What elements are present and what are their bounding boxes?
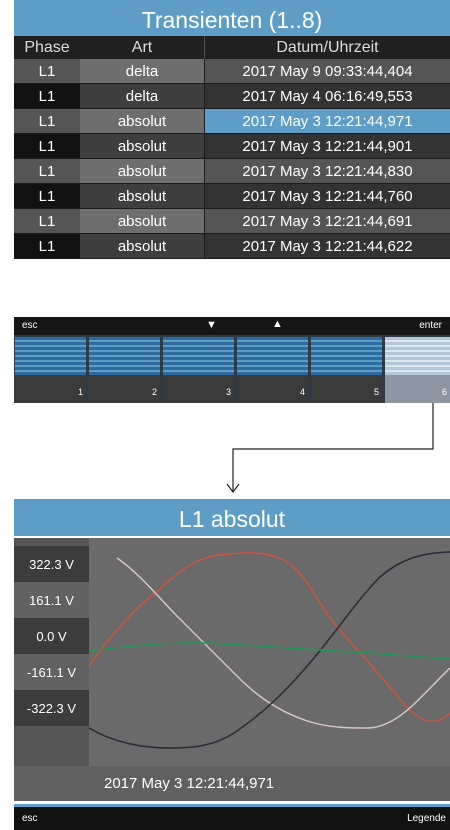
transient-table: Phase Art Datum/Uhrzeit L1 delta 2017 Ma… — [14, 36, 450, 259]
cell-art: absolut — [80, 209, 205, 233]
cell-phase: L1 — [14, 234, 80, 258]
cell-datetime: 2017 May 9 09:33:44,404 — [205, 59, 450, 83]
table-row-selected[interactable]: L1 absolut 2017 May 3 12:21:44,971 — [14, 109, 450, 134]
cell-datetime: 2017 May 3 12:21:44,830 — [205, 159, 450, 183]
cell-datetime: 2017 May 3 12:21:44,622 — [205, 234, 450, 258]
key-number: 2 — [151, 387, 157, 397]
flow-arrow — [226, 403, 434, 493]
y-label: 322.3 V — [14, 546, 89, 582]
column-header-art: Art — [80, 36, 205, 59]
softkey-label-bar: esc Legende — [14, 804, 450, 830]
timestamp: 2017 May 3 12:21:44,971 — [104, 775, 275, 792]
function-key-2[interactable]: 2 — [89, 337, 160, 403]
cell-art: absolut — [80, 109, 205, 133]
key-number: 1 — [77, 387, 83, 397]
function-keys: 1 2 3 4 5 6 — [14, 335, 450, 403]
list-title: Transienten (1..8) — [14, 0, 450, 37]
cell-datetime: 2017 May 3 12:21:44,760 — [205, 184, 450, 208]
cell-art: absolut — [80, 234, 205, 258]
timestamp-bar: 2017 May 3 12:21:44,971 — [14, 766, 450, 801]
key-face: 1 — [15, 375, 86, 403]
waveform-svg — [88, 551, 450, 749]
cell-art: delta — [80, 59, 205, 83]
key-face: 4 — [237, 375, 308, 403]
table-row[interactable]: L1 absolut 2017 May 3 12:21:44,691 — [14, 209, 450, 234]
cell-phase: L1 — [14, 209, 80, 233]
key-number: 4 — [299, 387, 305, 397]
function-key-3[interactable]: 3 — [163, 337, 234, 403]
cell-phase: L1 — [14, 134, 80, 158]
legend-softkey-label: Legende — [407, 813, 446, 824]
waveform-title: L1 absolut — [14, 499, 450, 536]
function-key-1[interactable]: 1 — [15, 337, 86, 403]
cell-datetime: 2017 May 3 12:21:44,691 — [205, 209, 450, 233]
function-key-6[interactable]: 6 — [385, 337, 450, 403]
column-header-phase: Phase — [24, 38, 70, 56]
y-axis-labels: 322.3 V 161.1 V 0.0 V -161.1 V -322.3 V — [14, 538, 89, 766]
esc-softkey-label: esc — [22, 320, 38, 331]
table-row[interactable]: L1 delta 2017 May 9 09:33:44,404 — [14, 59, 450, 84]
function-key-5[interactable]: 5 — [311, 337, 382, 403]
key-face: 3 — [163, 375, 234, 403]
cell-phase: L1 — [14, 59, 80, 83]
waveform-canvas — [88, 538, 450, 766]
waveform-plot-area: 322.3 V 161.1 V 0.0 V -161.1 V -322.3 V — [14, 538, 450, 766]
cell-datetime-selected: 2017 May 3 12:21:44,971 — [205, 109, 450, 133]
key-number: 3 — [225, 387, 231, 397]
cell-art: absolut — [80, 184, 205, 208]
cell-phase: L1 — [14, 184, 80, 208]
waveform-green — [88, 642, 450, 660]
table-row[interactable]: L1 delta 2017 May 4 06:16:49,553 — [14, 84, 450, 109]
key-face: 5 — [311, 375, 382, 403]
arrow-line — [232, 403, 434, 491]
y-label: 161.1 V — [14, 582, 89, 618]
table-row[interactable]: L1 absolut 2017 May 3 12:21:44,760 — [14, 184, 450, 209]
key-face: 2 — [89, 375, 160, 403]
table-row[interactable]: L1 absolut 2017 May 3 12:21:44,830 — [14, 159, 450, 184]
cell-art: absolut — [80, 159, 205, 183]
cell-phase: L1 — [14, 84, 80, 108]
waveform-screen: L1 absolut 322.3 V 161.1 V 0.0 V -161.1 … — [14, 499, 450, 830]
cell-datetime: 2017 May 3 12:21:44,901 — [205, 134, 450, 158]
y-label: -322.3 V — [14, 690, 89, 726]
key-number: 6 — [441, 387, 447, 397]
table-row[interactable]: L1 absolut 2017 May 3 12:21:44,622 — [14, 234, 450, 259]
column-header-datetime: Datum/Uhrzeit — [276, 38, 379, 56]
key-face: 6 — [385, 375, 450, 403]
y-label: 0.0 V — [14, 618, 89, 654]
cell-datetime: 2017 May 4 06:16:49,553 — [205, 84, 450, 108]
y-label: -161.1 V — [14, 654, 89, 690]
cell-phase: L1 — [14, 159, 80, 183]
cell-phase: L1 — [14, 109, 80, 133]
up-arrow-icon: ▲ — [272, 318, 283, 330]
cell-art: delta — [80, 84, 205, 108]
key-number: 5 — [373, 387, 379, 397]
transient-list-screen: Transienten (1..8) Phase Art Datum/Uhrze… — [14, 0, 450, 403]
cell-art: absolut — [80, 134, 205, 158]
enter-softkey-label: enter — [419, 320, 442, 331]
table-header: Phase Art Datum/Uhrzeit — [14, 36, 450, 59]
waveform-red — [88, 552, 450, 723]
esc-softkey-label: esc — [22, 813, 38, 824]
table-row[interactable]: L1 absolut 2017 May 3 12:21:44,901 — [14, 134, 450, 159]
function-key-4[interactable]: 4 — [237, 337, 308, 403]
down-arrow-icon: ▼ — [206, 319, 217, 331]
softkey-label-bar: esc ▼ ▲ enter — [14, 317, 450, 335]
